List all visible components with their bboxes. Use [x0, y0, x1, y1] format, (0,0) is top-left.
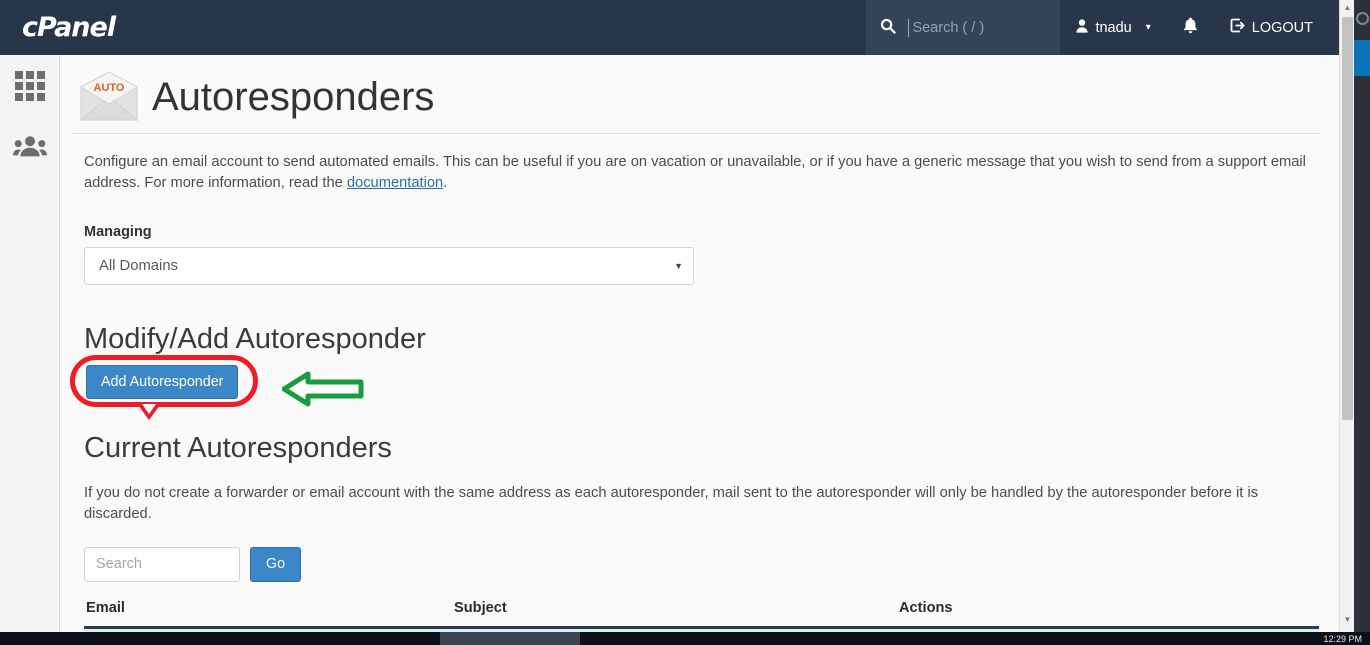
- sidebar-item-user-manager[interactable]: [0, 117, 60, 179]
- chevron-down-icon: ▾: [1145, 22, 1151, 33]
- logout-label: LOGOUT: [1251, 19, 1313, 36]
- notifications-button[interactable]: [1167, 0, 1214, 55]
- logout-icon: [1230, 18, 1245, 37]
- managing-label: Managing: [84, 223, 152, 240]
- bell-icon: [1183, 17, 1198, 39]
- documentation-link[interactable]: documentation: [347, 175, 443, 191]
- annotation-arrow-left-icon: [281, 369, 364, 414]
- main-content: AUTO Autoresponders Configure an email a…: [60, 55, 1354, 632]
- search-input[interactable]: [908, 18, 1049, 37]
- add-autoresponder-button[interactable]: Add Autoresponder: [86, 364, 239, 399]
- table-search-row: Go: [84, 546, 1354, 582]
- taskbar-app-item[interactable]: [440, 632, 580, 645]
- top-nav-right-group: tnadu ▾: [866, 0, 1339, 55]
- taskbar: 12:29 PM: [0, 632, 1370, 645]
- autoresponders-table: Email Subject Actions: [84, 599, 1319, 632]
- background-window-accent: [1354, 40, 1370, 76]
- scroll-up-arrow-icon[interactable]: ▲: [1340, 0, 1355, 15]
- current-autoresponders-heading: Current Autoresponders: [84, 431, 392, 464]
- scroll-down-arrow-icon[interactable]: ▼: [1340, 612, 1355, 627]
- cpanel-logo[interactable]: cPanel: [22, 12, 116, 43]
- column-header-subject[interactable]: Subject: [454, 599, 899, 629]
- table-search-input[interactable]: [84, 546, 240, 582]
- modify-add-heading: Modify/Add Autoresponder: [84, 322, 426, 355]
- user-icon: [1076, 19, 1089, 36]
- page-description: Configure an email account to send autom…: [84, 152, 1320, 194]
- svg-text:AUTO: AUTO: [94, 82, 125, 94]
- search-icon: [880, 18, 897, 37]
- page-description-text-2: .: [443, 174, 448, 191]
- table-search-go-button[interactable]: Go: [250, 546, 302, 582]
- page-scrollbar[interactable]: ▲ ▼: [1339, 0, 1354, 645]
- browser-viewport: cPanel Search (/) tnadu ▾ LOGOUT AUTO …: [0, 0, 1354, 632]
- annotation-highlight-tail: [138, 403, 160, 420]
- apps-grid-icon: [15, 71, 45, 101]
- column-header-email[interactable]: Email: [84, 599, 454, 629]
- page-description-text-1: Configure an email account to send autom…: [84, 154, 1306, 191]
- user-menu[interactable]: tnadu ▾: [1060, 0, 1166, 55]
- page-header: AUTO Autoresponders: [72, 55, 1320, 134]
- sidebar: [0, 55, 60, 632]
- scrollbar-thumb[interactable]: [1342, 17, 1353, 420]
- screen: cPanel Search (/) tnadu ▾ LOGOUT AUTO …: [0, 0, 1370, 645]
- users-group-icon: [13, 134, 47, 163]
- taskbar-clock: 12:29 PM: [1323, 633, 1362, 644]
- logout-button[interactable]: LOGOUT: [1214, 0, 1339, 55]
- chevron-down-icon: ▼: [674, 260, 683, 271]
- background-window-icon: [1356, 12, 1369, 25]
- table-header-row: Email Subject Actions: [84, 599, 1319, 629]
- global-search[interactable]: [866, 0, 1061, 55]
- managing-domain-select[interactable]: All Domains ▼: [84, 246, 694, 285]
- top-navigation-bar: cPanel Search (/) tnadu ▾ LOGOUT: [0, 0, 1339, 55]
- page-title: Autoresponders: [152, 74, 435, 119]
- background-window: [1354, 0, 1370, 645]
- add-autoresponder-row: Add Autoresponder: [70, 354, 364, 420]
- sidebar-item-tools[interactable]: [0, 55, 60, 117]
- user-name: tnadu: [1095, 19, 1132, 36]
- column-header-actions: Actions: [899, 599, 1319, 629]
- autoresponder-envelope-icon: AUTO: [78, 71, 140, 123]
- current-autoresponders-note: If you do not create a forwarder or emai…: [84, 484, 1259, 522]
- managing-domain-selected-value: All Domains: [99, 257, 178, 274]
